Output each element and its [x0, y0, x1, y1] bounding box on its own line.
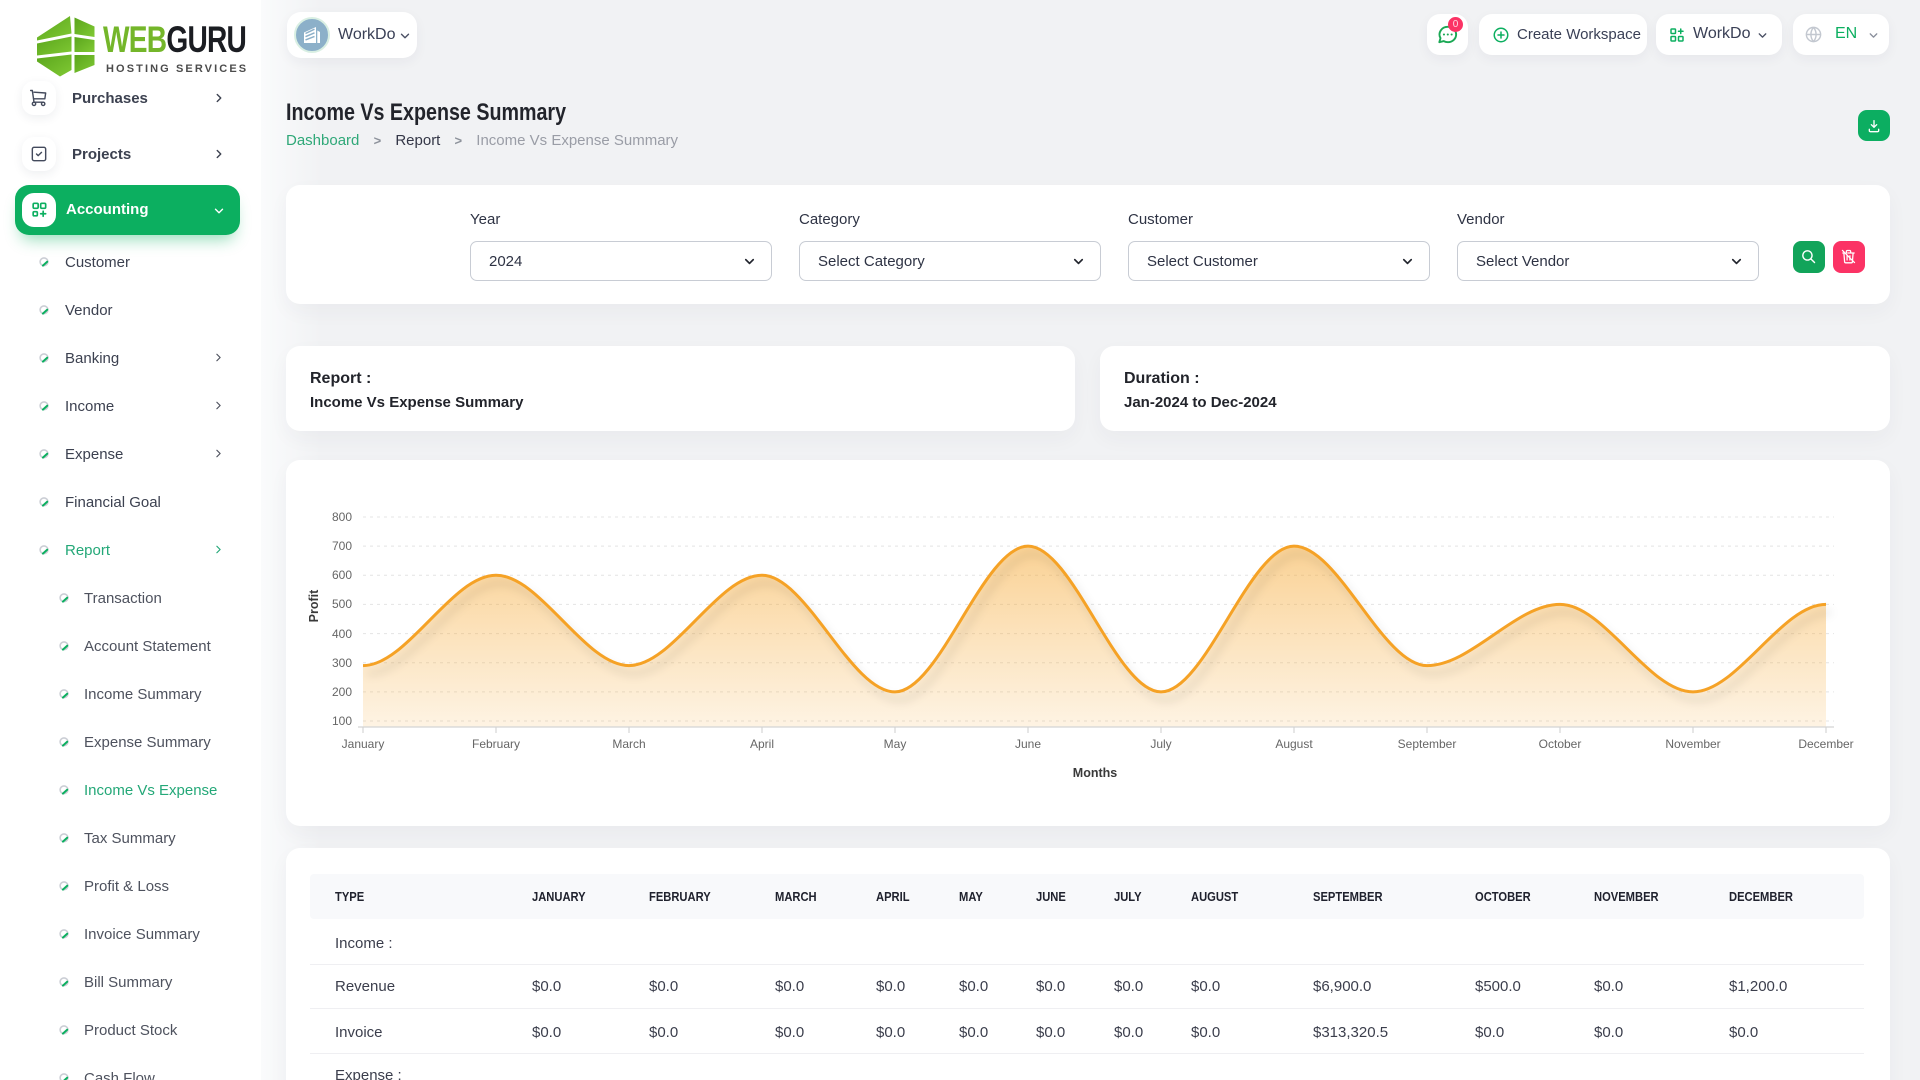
- svg-text:200: 200: [332, 685, 352, 699]
- svg-text:September: September: [1398, 737, 1457, 751]
- svg-text:August: August: [1275, 737, 1313, 751]
- svg-text:July: July: [1150, 737, 1171, 751]
- svg-text:400: 400: [332, 627, 352, 641]
- svg-text:600: 600: [332, 568, 352, 582]
- svg-text:April: April: [750, 737, 774, 751]
- svg-text:300: 300: [332, 656, 352, 670]
- svg-text:October: October: [1539, 737, 1582, 751]
- svg-text:June: June: [1015, 737, 1041, 751]
- svg-text:800: 800: [332, 510, 352, 524]
- svg-text:March: March: [612, 737, 645, 751]
- svg-text:May: May: [884, 737, 907, 751]
- svg-text:100: 100: [332, 714, 352, 728]
- svg-text:December: December: [1798, 737, 1853, 751]
- svg-text:February: February: [472, 737, 520, 751]
- svg-text:700: 700: [332, 539, 352, 553]
- svg-text:Months: Months: [1073, 766, 1117, 780]
- svg-text:November: November: [1665, 737, 1720, 751]
- svg-text:500: 500: [332, 597, 352, 611]
- svg-text:January: January: [342, 737, 385, 751]
- svg-text:Profit: Profit: [307, 589, 321, 622]
